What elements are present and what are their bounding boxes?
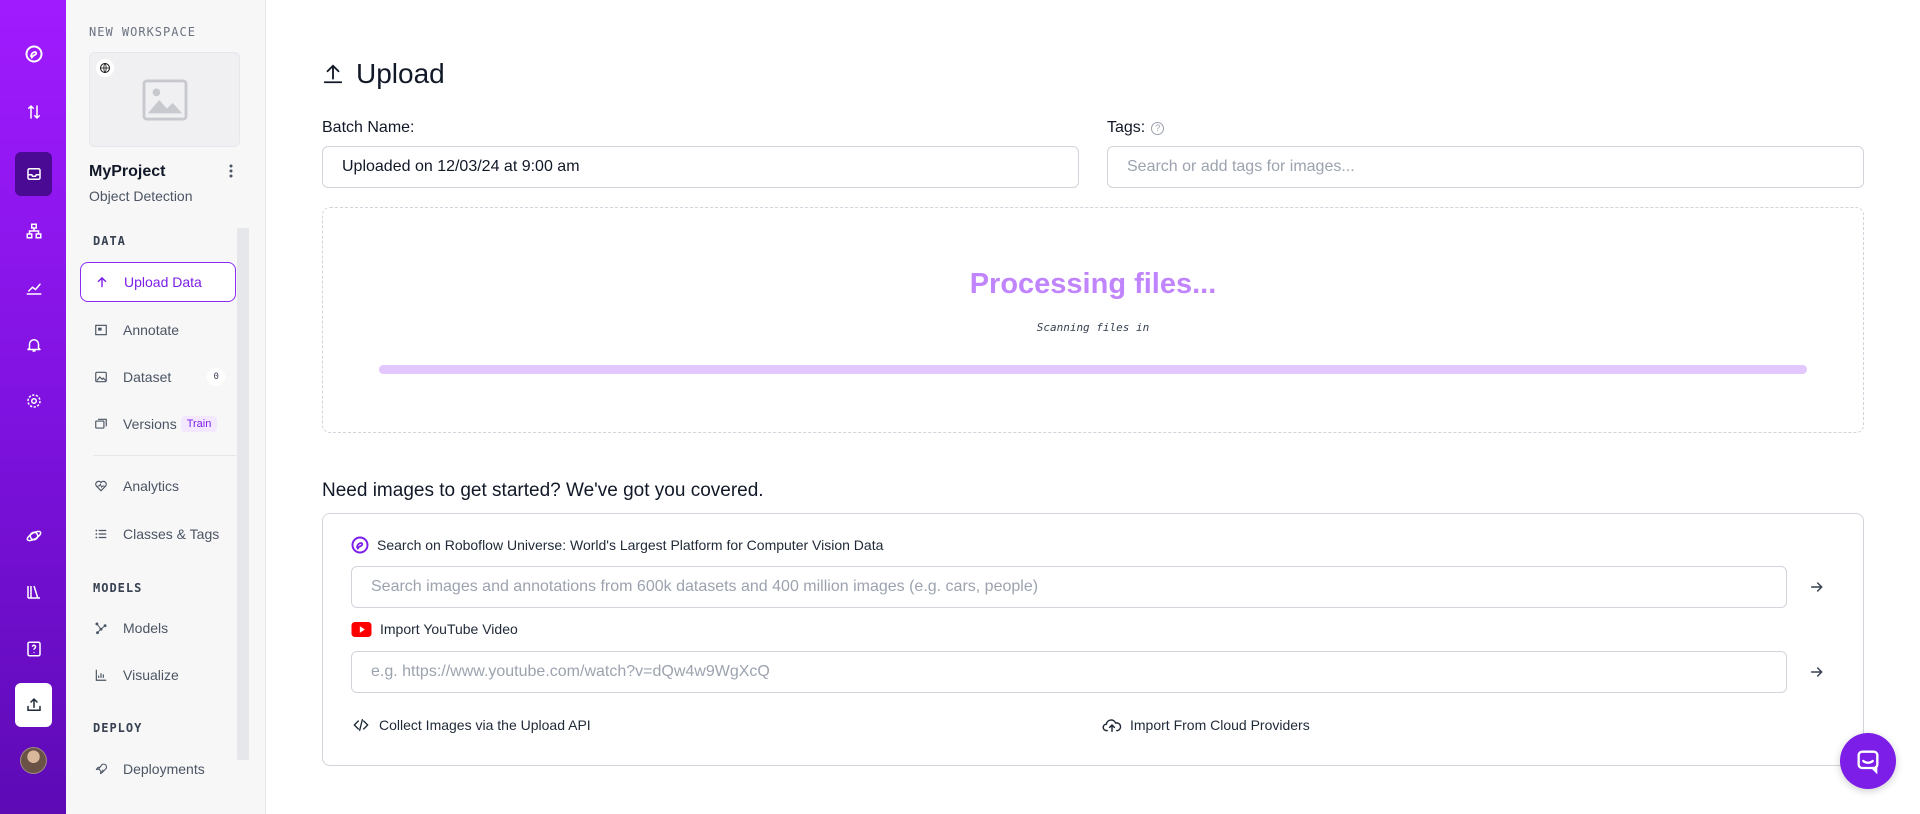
sidebar-item-label: Dataset	[123, 369, 172, 385]
universe-row-label: Search on Roboflow Universe: World's Lar…	[351, 536, 883, 554]
roboflow-universe-icon	[351, 536, 369, 554]
upload-title-icon	[322, 61, 356, 87]
list-icon	[94, 527, 108, 541]
sidebar-item-versions[interactable]: Versions Train	[80, 404, 236, 444]
globe-icon	[96, 59, 114, 77]
chat-support-button[interactable]	[1840, 733, 1896, 789]
chat-bubble-icon	[1854, 747, 1882, 775]
library-books-icon[interactable]	[15, 570, 52, 614]
section-heading-data: DATA	[93, 234, 126, 248]
page-title-text: Upload	[356, 58, 445, 89]
cloud-upload-icon	[1102, 717, 1122, 733]
help-question-icon[interactable]: ?	[1151, 121, 1165, 135]
processing-title: Processing files...	[969, 268, 1217, 300]
project-thumbnail[interactable]	[89, 52, 240, 147]
image-placeholder-icon	[142, 79, 188, 126]
youtube-label: Import YouTube Video	[380, 621, 518, 637]
resources-card: Search on Roboflow Universe: World's Lar…	[322, 513, 1864, 766]
sidebar-item-label: Classes & Tags	[123, 526, 220, 542]
transfer-arrows-icon[interactable]	[15, 90, 52, 134]
universe-label: Search on Roboflow Universe: World's Lar…	[377, 537, 884, 553]
sidebar-divider	[93, 455, 236, 456]
tags-input[interactable]	[1107, 146, 1864, 188]
sidebar-item-label: Deployments	[123, 761, 205, 777]
avatar[interactable]	[20, 747, 47, 774]
universe-planet-icon[interactable]	[15, 514, 52, 558]
code-icon	[351, 717, 371, 733]
cloud-providers-link-text: Import From Cloud Providers	[1130, 717, 1310, 733]
page-title: Upload	[322, 58, 445, 90]
more-options-icon[interactable]	[224, 162, 238, 180]
image-icon	[94, 370, 108, 384]
workspace-label[interactable]: NEW WORKSPACE	[89, 25, 196, 39]
heart-pulse-icon	[94, 479, 108, 493]
rocket-icon	[94, 762, 108, 776]
train-badge[interactable]: Train	[180, 416, 218, 432]
cloud-providers-link[interactable]: Import From Cloud Providers	[1102, 717, 1310, 733]
sidebar-item-upload-data[interactable]: Upload Data	[80, 262, 236, 302]
sidebar-item-dataset[interactable]: Dataset 0	[80, 357, 236, 397]
tags-label: Tags: ?	[1107, 119, 1165, 137]
global-rail	[0, 0, 66, 814]
project-type: Object Detection	[89, 188, 193, 204]
youtube-icon	[351, 621, 372, 637]
batch-name-label: Batch Name:	[322, 119, 414, 137]
sidebar-item-label: Visualize	[123, 667, 179, 683]
arrow-right-icon[interactable]	[1807, 577, 1827, 597]
app-root: NEW WORKSPACE MyProject Object Detection…	[0, 0, 1920, 814]
sidebar-item-label: Versions	[123, 416, 177, 432]
sidebar-item-models[interactable]: Models	[80, 608, 236, 648]
section-heading-deploy: DEPLOY	[93, 721, 143, 735]
annotate-icon	[94, 323, 108, 337]
upload-page: Upload Batch Name: Tags: ? Processing fi…	[322, 0, 1864, 814]
roboflow-logo-icon[interactable]	[15, 32, 52, 76]
sidebar-item-label: Analytics	[123, 478, 180, 494]
tags-label-text: Tags:	[1107, 119, 1146, 136]
sidebar-item-label: Annotate	[123, 322, 180, 338]
analytics-chart-icon[interactable]	[15, 266, 52, 310]
sidebar-item-analytics[interactable]: Analytics	[80, 466, 236, 506]
inbox-icon[interactable]	[15, 152, 52, 196]
bell-icon[interactable]	[15, 323, 52, 367]
help-book-icon[interactable]	[15, 627, 52, 671]
bar-chart-icon	[94, 668, 108, 682]
sidebar-scrollbar[interactable]	[237, 228, 249, 760]
sidebar-item-classes-tags[interactable]: Classes & Tags	[80, 514, 236, 554]
project-name: MyProject	[89, 163, 166, 180]
batch-name-input[interactable]	[322, 146, 1079, 188]
arrow-right-icon[interactable]	[1807, 662, 1827, 682]
upload-arrow-icon	[95, 275, 109, 289]
sidebar-item-deployments[interactable]: Deployments	[80, 749, 236, 789]
resources-heading: Need images to get started? We've got yo…	[322, 480, 764, 501]
upload-dropzone[interactable]: Processing files... Scanning files in	[322, 207, 1864, 433]
sidebar-item-label: Models	[123, 620, 169, 636]
scanning-status: Scanning files in	[1036, 321, 1150, 334]
dataset-count-badge: 0	[207, 368, 226, 386]
processing-progress-bar	[379, 365, 1807, 374]
upload-api-link-text: Collect Images via the Upload API	[379, 717, 591, 733]
youtube-url-input[interactable]	[351, 651, 1787, 693]
workflow-icon[interactable]	[15, 209, 52, 253]
sidebar-item-annotate[interactable]: Annotate	[80, 310, 236, 350]
youtube-row-label: Import YouTube Video	[351, 621, 518, 637]
project-sidebar: NEW WORKSPACE MyProject Object Detection…	[66, 0, 266, 814]
upload-shortcut-icon[interactable]	[15, 683, 52, 727]
nodes-icon	[94, 621, 108, 635]
gear-icon[interactable]	[15, 379, 52, 423]
batch-name-label-text: Batch Name:	[322, 119, 415, 136]
sidebar-item-label: Upload Data	[124, 274, 202, 290]
upload-api-link[interactable]: Collect Images via the Upload API	[351, 717, 591, 733]
universe-search-input[interactable]	[351, 566, 1787, 608]
progress-fill	[379, 365, 1807, 374]
section-heading-models: MODELS	[93, 581, 143, 595]
versions-icon	[94, 417, 108, 431]
sidebar-item-visualize[interactable]: Visualize	[80, 655, 236, 695]
